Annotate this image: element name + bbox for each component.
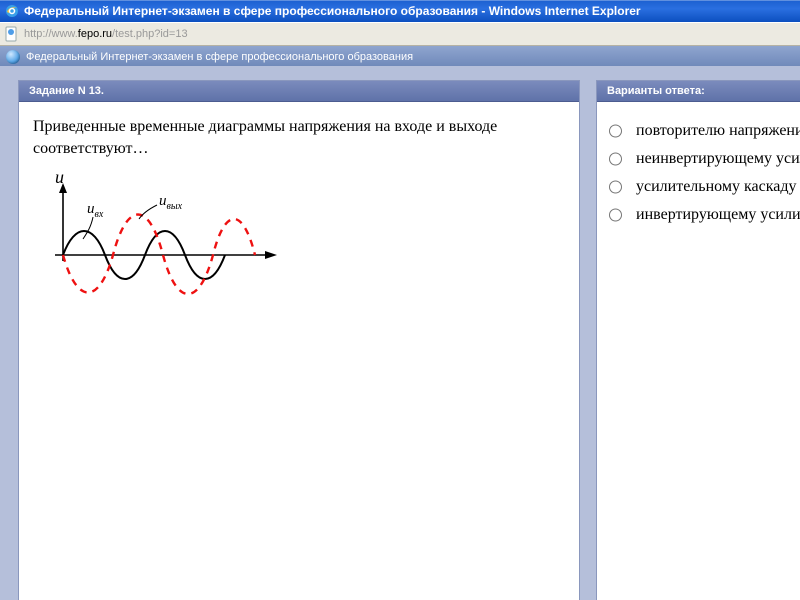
- svg-text:uвх: uвх: [87, 201, 104, 220]
- answer-text: неинвертирующему усилител: [636, 150, 800, 168]
- question-body: Приведенные временные диаграммы напряжен…: [19, 102, 579, 330]
- address-bar[interactable]: http://www.fepo.ru/test.php?id=13: [0, 22, 800, 46]
- globe-icon: [6, 50, 20, 64]
- page-icon: [4, 26, 20, 42]
- answer-radio-3[interactable]: [609, 180, 622, 194]
- question-header: Задание N 13.: [19, 81, 579, 102]
- signal-out-sub: вых: [167, 201, 183, 212]
- answer-radio-4[interactable]: [609, 208, 622, 222]
- url-prefix: http://www.: [24, 28, 78, 40]
- window-title-bar: Федеральный Интернет-экзамен в сфере про…: [0, 0, 800, 22]
- answer-radio-1[interactable]: [609, 124, 622, 138]
- app-header-title: Федеральный Интернет-экзамен в сфере про…: [26, 51, 413, 63]
- window-title-text: Федеральный Интернет-экзамен в сфере про…: [24, 4, 641, 18]
- url-domain: fepo.ru: [78, 28, 112, 40]
- ie-icon: [4, 3, 20, 19]
- answer-text: инвертирующему усилителю: [636, 206, 800, 224]
- answer-radio-2[interactable]: [609, 152, 622, 166]
- question-panel: Задание N 13. Приведенные временные диаг…: [18, 80, 580, 600]
- answer-option[interactable]: неинвертирующему усилител: [609, 150, 798, 168]
- voltage-diagram: u uвх: [33, 165, 565, 320]
- answers-header: Варианты ответа:: [597, 81, 800, 102]
- answers-panel: Варианты ответа: повторителю напряжения …: [596, 80, 800, 600]
- answer-option[interactable]: усилительному каскаду с общ: [609, 178, 798, 196]
- answers-list: повторителю напряжения на о неинвертирую…: [597, 102, 800, 224]
- url-text[interactable]: http://www.fepo.ru/test.php?id=13: [24, 28, 796, 40]
- workspace: Задание N 13. Приведенные временные диаг…: [0, 66, 800, 600]
- svg-text:uвых: uвых: [159, 193, 183, 212]
- answer-text: усилительному каскаду с общ: [636, 178, 800, 196]
- url-path: /test.php?id=13: [112, 28, 188, 40]
- signal-out-label: u: [159, 193, 167, 209]
- question-text: Приведенные временные диаграммы напряжен…: [33, 116, 565, 159]
- signal-in-sub: вх: [95, 209, 104, 220]
- answer-text: повторителю напряжения на о: [636, 122, 800, 140]
- answer-option[interactable]: инвертирующему усилителю: [609, 206, 798, 224]
- signal-in-label: u: [87, 201, 95, 217]
- answer-option[interactable]: повторителю напряжения на о: [609, 122, 798, 140]
